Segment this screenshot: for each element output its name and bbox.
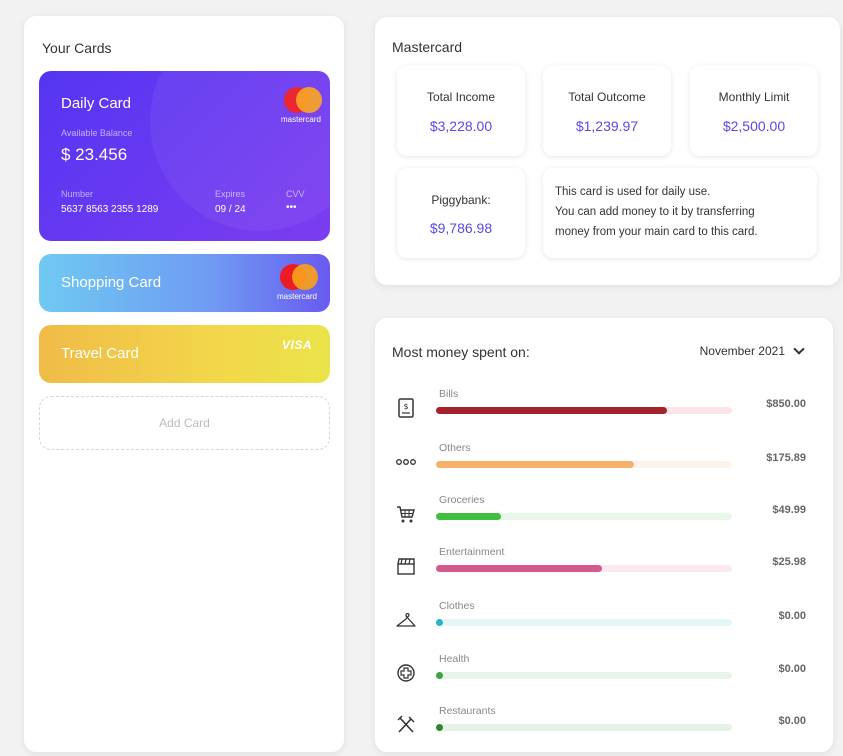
cvv-value: ••• [286, 202, 297, 213]
daily-card[interactable]: Daily Card mastercard Available Balance … [39, 71, 330, 241]
category-name: Health [439, 653, 470, 665]
svg-text:$: $ [403, 402, 408, 411]
card-name: Shopping Card [61, 274, 162, 291]
balance-label: Available Balance [61, 128, 133, 138]
card-description: This card is used for daily use. You can… [543, 168, 817, 258]
category-amount: $850.00 [766, 398, 806, 410]
mastercard-logo-icon: mastercard [278, 87, 324, 127]
category-amount: $0.00 [778, 663, 806, 675]
progress-fill [436, 565, 602, 572]
category-row[interactable]: $ Bills $850.00 [390, 388, 820, 428]
description-line: This card is used for daily use. [555, 186, 711, 198]
month-selector[interactable]: November 2021 [699, 343, 805, 358]
number-label: Number [61, 189, 94, 199]
category-amount: $0.00 [778, 715, 806, 727]
chevron-down-icon [793, 343, 805, 355]
brand-text: mastercard [280, 115, 321, 124]
total-income-box: Total Income $3,228.00 [397, 66, 525, 156]
progress-track [436, 565, 732, 572]
total-income-label: Total Income [426, 90, 496, 104]
category-row[interactable]: Groceries $49.99 [390, 494, 820, 534]
progress-fill [436, 513, 501, 520]
expires-label: Expires [215, 189, 246, 199]
progress-fill [436, 619, 443, 626]
receipt-icon: $ [390, 390, 422, 426]
category-name: Clothes [439, 600, 475, 612]
travel-card[interactable]: Travel Card VISA [39, 325, 330, 383]
category-name: Restaurants [439, 705, 496, 717]
piggybank-value: $9,786.98 [429, 220, 493, 236]
balance-value: $ 23.456 [61, 145, 128, 164]
add-card-button[interactable]: Add Card [39, 396, 330, 450]
monthly-limit-value: $2,500.00 [722, 118, 786, 134]
progress-track [436, 724, 732, 731]
category-row[interactable]: Others $175.89 [390, 442, 820, 482]
progress-track [436, 672, 732, 679]
category-row[interactable]: Restaurants $0.00 [390, 705, 820, 745]
total-outcome-value: $1,239.97 [575, 118, 639, 134]
cards-panel-title: Your Cards [42, 40, 112, 56]
category-name: Groceries [439, 494, 485, 506]
total-income-value: $3,228.00 [429, 118, 493, 134]
shopping-card[interactable]: Shopping Card mastercard [39, 254, 330, 312]
progress-fill [436, 407, 667, 414]
description-line: money from your main card to this card. [555, 226, 758, 238]
progress-fill [436, 461, 634, 468]
total-outcome-box: Total Outcome $1,239.97 [543, 66, 671, 156]
piggybank-box: Piggybank: $9,786.98 [397, 168, 525, 258]
progress-fill [436, 724, 443, 731]
category-amount: $49.99 [772, 504, 806, 516]
monthly-limit-box: Monthly Limit $2,500.00 [690, 66, 818, 156]
medical-cross-icon [390, 655, 422, 691]
cvv-label: CVV [286, 189, 305, 199]
progress-track [436, 461, 732, 468]
category-name: Entertainment [439, 546, 505, 558]
spending-panel: Most money spent on: November 2021 $ Bil… [375, 318, 833, 752]
cart-icon [390, 496, 422, 532]
progress-track [436, 407, 732, 414]
progress-fill [436, 672, 443, 679]
card-name: Travel Card [61, 345, 139, 362]
category-amount: $175.89 [766, 452, 806, 464]
card-details-panel: Mastercard Total Income $3,228.00 Total … [375, 17, 840, 285]
hanger-icon [390, 602, 422, 638]
piggybank-label: Piggybank: [431, 193, 491, 207]
category-row[interactable]: Health $0.00 [390, 653, 820, 693]
category-amount: $25.98 [772, 556, 806, 568]
description-line: You can add money to it by transferring [555, 206, 755, 218]
progress-track [436, 619, 732, 626]
category-row[interactable]: Entertainment $25.98 [390, 546, 820, 586]
category-name: Bills [439, 388, 459, 400]
category-amount: $0.00 [778, 610, 806, 622]
progress-track [436, 513, 732, 520]
cards-panel: Your Cards Daily Card mastercard Availab… [24, 16, 344, 752]
expires-value: 09 / 24 [215, 204, 246, 215]
category-row[interactable]: Clothes $0.00 [390, 600, 820, 640]
clapperboard-icon [390, 548, 422, 584]
dots-icon [390, 444, 422, 480]
spending-panel-title: Most money spent on: [392, 344, 530, 360]
visa-logo-icon: VISA [281, 338, 312, 352]
category-name: Others [439, 442, 471, 454]
month-label: November 2021 [699, 344, 785, 358]
card-name: Daily Card [61, 95, 132, 112]
utensils-icon [390, 707, 422, 743]
details-panel-title: Mastercard [392, 39, 463, 55]
brand-text: mastercard [276, 292, 317, 301]
mastercard-logo-icon: mastercard [274, 264, 320, 304]
total-outcome-label: Total Outcome [568, 90, 646, 104]
card-number: 5637 8563 2355 1289 [61, 204, 159, 215]
monthly-limit-label: Monthly Limit [718, 90, 790, 104]
